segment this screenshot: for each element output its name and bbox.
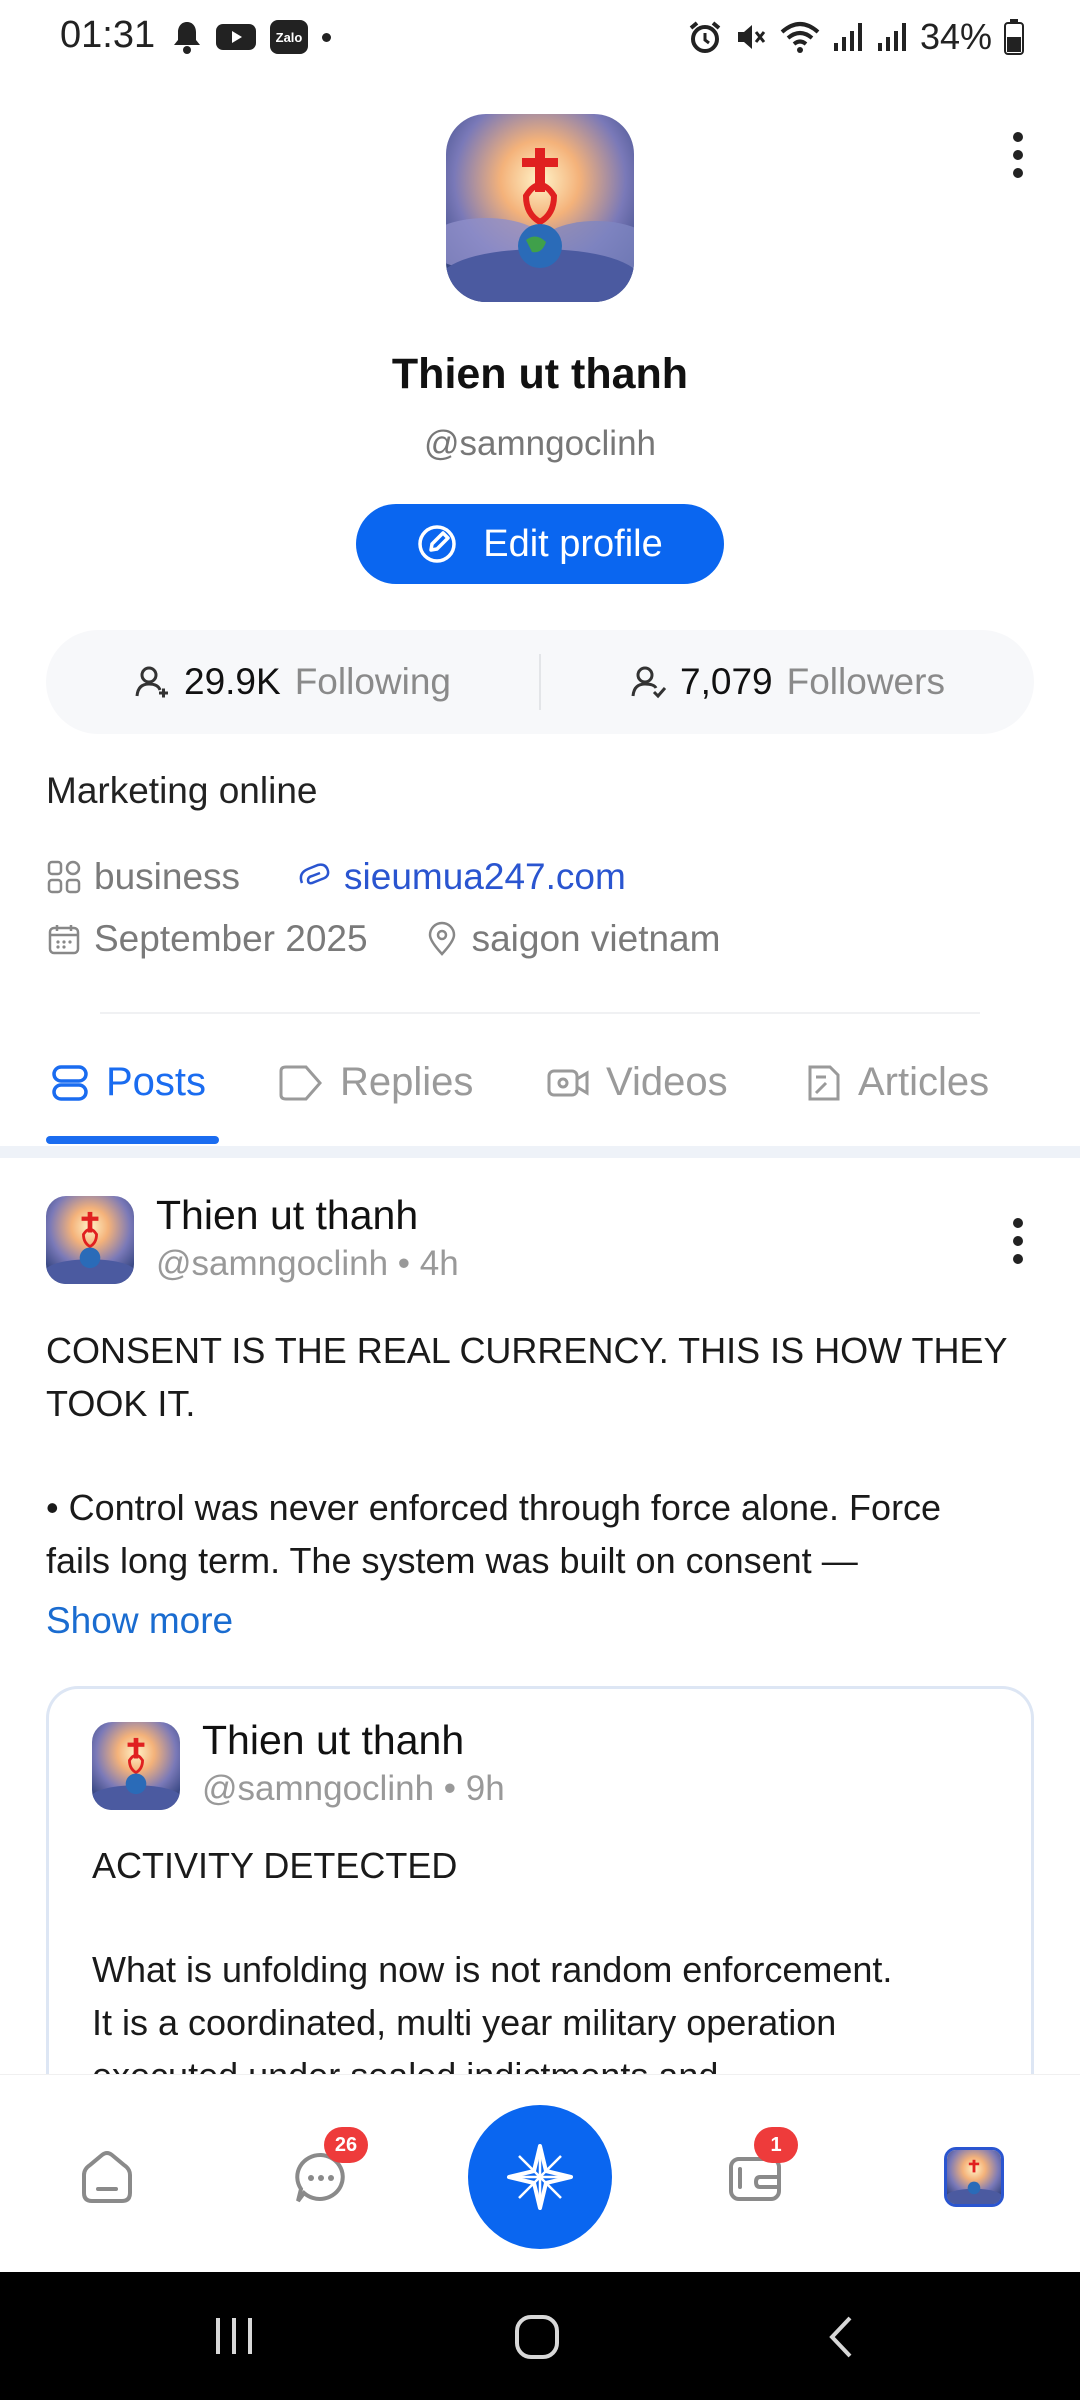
follow-stats: 29.9K Following 7,079 Followers — [46, 630, 1034, 734]
posts-icon — [52, 1064, 88, 1101]
calendar-icon — [48, 925, 80, 955]
category-icon — [47, 860, 81, 894]
tab-articles-label: Articles — [858, 1060, 990, 1104]
post-more-button[interactable] — [1006, 1218, 1030, 1274]
youtube-icon — [216, 24, 256, 50]
status-time: 01:31 — [60, 14, 156, 56]
profile-bio: Marketing online — [46, 770, 318, 811]
tab-articles[interactable]: Articles — [804, 1060, 989, 1105]
quoted-line-1: ACTIVITY DETECTED — [92, 1845, 458, 1886]
system-navigation-bar — [0, 2272, 1080, 2400]
post-line-4: fails long term. The system was built on… — [46, 1540, 858, 1581]
show-more-link[interactable]: Show more — [46, 1600, 233, 1642]
post-line-1: CONSENT IS THE REAL CURRENCY. THIS IS HO… — [46, 1330, 1008, 1371]
tab-videos[interactable]: Videos — [546, 1060, 728, 1105]
profile-meta-row-1: business sieumua247.com — [46, 856, 626, 898]
following-icon — [135, 666, 168, 698]
wifi-icon — [780, 22, 820, 53]
active-tab-indicator — [46, 1136, 219, 1144]
profile-avatar[interactable] — [446, 114, 634, 302]
dot-icon — [322, 32, 331, 42]
followers-icon — [631, 666, 667, 699]
nav-profile-avatar[interactable] — [944, 2147, 1004, 2207]
battery-icon — [1004, 19, 1024, 55]
post-avatar[interactable] — [46, 1196, 134, 1284]
profile-location: saigon vietnam — [471, 918, 721, 959]
compose-button[interactable] — [468, 2105, 612, 2249]
post-line-2: TOOK IT. — [46, 1383, 196, 1424]
battery-percent: 34% — [919, 16, 992, 57]
section-divider — [100, 1012, 980, 1014]
home-icon — [82, 2151, 132, 2203]
quoted-post-avatar — [92, 1722, 180, 1810]
signal-icon — [833, 23, 862, 51]
following-label: Following — [294, 661, 451, 702]
location-icon — [428, 921, 455, 956]
alarm-icon — [689, 21, 721, 53]
quoted-post-meta: @samngoclinh • 9h — [202, 1769, 505, 1808]
followers-label: Followers — [786, 661, 945, 702]
nav-chat[interactable]: 26 — [292, 2127, 368, 2212]
signal-icon-2 — [877, 23, 906, 51]
tabs-bottom-rule — [0, 1146, 1080, 1158]
nav-home[interactable] — [78, 2149, 136, 2212]
recent-apps-icon[interactable] — [212, 2314, 256, 2358]
post-body[interactable]: CONSENT IS THE REAL CURRENCY. THIS IS HO… — [46, 1324, 1036, 1587]
tab-posts[interactable]: Posts — [50, 1060, 206, 1105]
compose-icon — [507, 2144, 573, 2210]
quoted-post-body: ACTIVITY DETECTED What is unfolding now … — [92, 1839, 1022, 2102]
videos-icon — [547, 1069, 589, 1096]
post-line-3: • Control was never enforced through for… — [46, 1487, 942, 1528]
edit-profile-label: Edit profile — [483, 522, 663, 565]
mute-icon — [737, 25, 766, 49]
tab-replies[interactable]: Replies — [278, 1060, 473, 1105]
quoted-line-3: It is a coordinated, multi year military… — [92, 2002, 837, 2043]
profile-tabs: Posts Replies Videos Articles — [0, 1050, 1080, 1146]
edit-profile-button[interactable]: Edit profile — [356, 504, 724, 584]
followers-count: 7,079 — [680, 661, 773, 702]
profile-more-button[interactable] — [1006, 132, 1030, 188]
profile-joined: September 2025 — [94, 918, 368, 959]
nav-wallet[interactable]: 1 — [726, 2127, 798, 2212]
quoted-line-2: What is unfolding now is not random enfo… — [92, 1949, 893, 1990]
quoted-post[interactable]: Thien ut thanh @samngoclinh • 9h ACTIVIT… — [46, 1686, 1034, 2106]
home-button-icon[interactable] — [514, 2314, 560, 2360]
link-icon — [299, 863, 330, 885]
post-meta: @samngoclinh • 4h — [156, 1244, 459, 1283]
tab-replies-label: Replies — [340, 1060, 474, 1104]
profile-name: Thien ut thanh — [391, 350, 689, 398]
tab-videos-label: Videos — [606, 1060, 728, 1104]
profile-meta-row-2: September 2025 saigon vietnam — [46, 918, 720, 960]
profile-website-link[interactable]: sieumua247.com — [344, 856, 626, 898]
followers-stat[interactable]: 7,079 Followers — [541, 661, 1034, 703]
edit-icon — [418, 525, 456, 563]
following-stat[interactable]: 29.9K Following — [46, 661, 539, 703]
wallet-badge: 1 — [754, 2127, 798, 2163]
back-icon[interactable] — [826, 2314, 856, 2360]
replies-icon — [279, 1065, 322, 1100]
bottom-nav: 26 1 — [0, 2074, 1080, 2272]
articles-icon — [808, 1065, 840, 1100]
profile-category: business — [94, 856, 241, 897]
post-author-name[interactable]: Thien ut thanh — [156, 1192, 418, 1239]
following-count: 29.9K — [184, 661, 281, 702]
profile-handle: @samngoclinh — [423, 424, 657, 463]
status-bar: 01:31 Zalo 34% — [0, 0, 1080, 80]
zalo-icon: Zalo — [270, 20, 308, 54]
chat-badge: 26 — [324, 2127, 368, 2163]
bell-icon — [174, 22, 200, 54]
quoted-post-author: Thien ut thanh — [202, 1717, 465, 1763]
tab-posts-label: Posts — [106, 1060, 207, 1104]
